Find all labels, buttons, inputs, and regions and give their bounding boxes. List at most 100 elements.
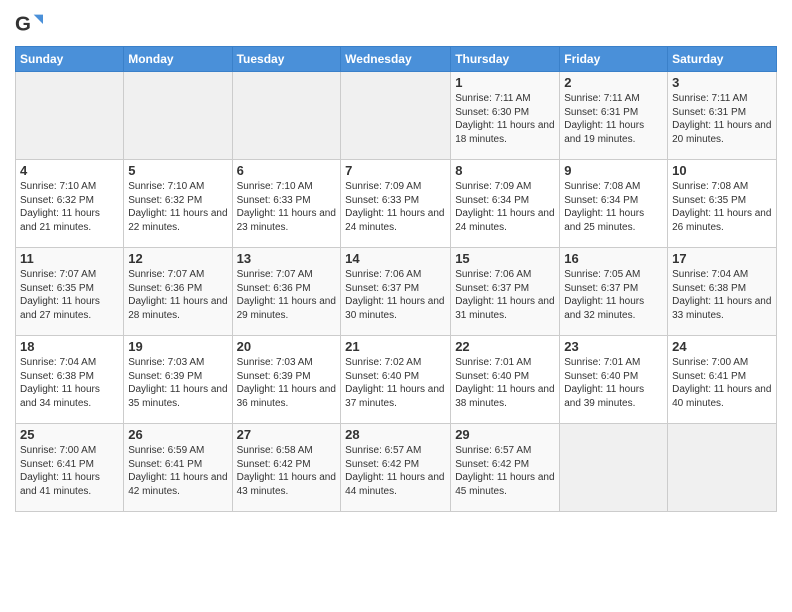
calendar-cell xyxy=(16,72,124,160)
col-header-wednesday: Wednesday xyxy=(341,47,451,72)
calendar-cell xyxy=(560,424,668,512)
calendar-cell: 6Sunrise: 7:10 AMSunset: 6:33 PMDaylight… xyxy=(232,160,341,248)
day-number: 11 xyxy=(20,251,119,266)
day-info: Sunrise: 7:10 AMSunset: 6:32 PMDaylight:… xyxy=(128,180,227,234)
day-number: 14 xyxy=(345,251,446,266)
day-info: Sunrise: 7:04 AMSunset: 6:38 PMDaylight:… xyxy=(20,356,119,410)
day-number: 16 xyxy=(564,251,663,266)
calendar-cell: 27 Sunrise: 6:58 AMSunset: 6:42 PMDayligh… xyxy=(232,424,341,512)
day-info: Sunrise: 7:09 AMSunset: 6:34 PMDaylight:… xyxy=(455,180,555,234)
day-number: 22 xyxy=(455,339,555,354)
logo: G xyxy=(15,10,46,38)
day-info: Sunrise: 7:09 AMSunset: 6:33 PMDaylight:… xyxy=(345,180,446,234)
col-header-friday: Friday xyxy=(560,47,668,72)
day-info: Sunrise: 7:06 AMSunset: 6:37 PMDaylight:… xyxy=(455,268,555,322)
col-header-sunday: Sunday xyxy=(16,47,124,72)
day-number: 29 xyxy=(455,427,555,442)
day-number: 2 xyxy=(564,75,663,90)
calendar-cell: 23 Sunrise: 7:01 AMSunset: 6:40 PMDayligh… xyxy=(560,336,668,424)
day-info: Sunrise: 7:05 AMSunset: 6:37 PMDaylight:… xyxy=(564,268,663,322)
calendar-cell xyxy=(232,72,341,160)
day-number: 19 xyxy=(128,339,227,354)
calendar-cell: 18 Sunrise: 7:04 AMSunset: 6:38 PMDayligh… xyxy=(16,336,124,424)
calendar-cell: 4 Sunrise: 7:10 AMSunset: 6:32 PMDaylight… xyxy=(16,160,124,248)
day-info: Sunrise: 7:11 AMSunset: 6:31 PMDaylight:… xyxy=(672,92,772,146)
calendar-cell: 2 Sunrise: 7:11 AMSunset: 6:31 PMDaylight… xyxy=(560,72,668,160)
header: G xyxy=(15,10,777,38)
calendar-cell: 20Sunrise: 7:03 AMSunset: 6:39 PMDayligh… xyxy=(232,336,341,424)
col-header-thursday: Thursday xyxy=(451,47,560,72)
day-info: Sunrise: 6:58 AMSunset: 6:42 PMDaylight:… xyxy=(237,444,337,498)
day-info: Sunrise: 7:03 AMSunset: 6:39 PMDaylight:… xyxy=(128,356,227,410)
day-number: 21 xyxy=(345,339,446,354)
calendar-cell xyxy=(341,72,451,160)
calendar-cell: 11 Sunrise: 7:07 AMSunset: 6:35 PMDayligh… xyxy=(16,248,124,336)
calendar-cell: 10 Sunrise: 7:08 AMSunset: 6:35 PMDayligh… xyxy=(668,160,777,248)
day-number: 3 xyxy=(672,75,772,90)
day-info: Sunrise: 7:07 AMSunset: 6:35 PMDaylight:… xyxy=(20,268,119,322)
calendar-cell: 16 Sunrise: 7:05 AMSunset: 6:37 PMDayligh… xyxy=(560,248,668,336)
day-number: 7 xyxy=(345,163,446,178)
day-info: Sunrise: 7:03 AMSunset: 6:39 PMDaylight:… xyxy=(237,356,337,410)
calendar-cell: 13Sunrise: 7:07 AMSunset: 6:36 PMDayligh… xyxy=(232,248,341,336)
calendar-week-1: 4 Sunrise: 7:10 AMSunset: 6:32 PMDaylight… xyxy=(16,160,777,248)
day-info: Sunrise: 6:57 AMSunset: 6:42 PMDaylight:… xyxy=(345,444,446,498)
day-number: 15 xyxy=(455,251,555,266)
day-number: 23 xyxy=(564,339,663,354)
day-info: Sunrise: 7:02 AMSunset: 6:40 PMDaylight:… xyxy=(345,356,446,410)
calendar-cell: 17 Sunrise: 7:04 AMSunset: 6:38 PMDayligh… xyxy=(668,248,777,336)
col-header-saturday: Saturday xyxy=(668,47,777,72)
day-info: Sunrise: 7:01 AMSunset: 6:40 PMDaylight:… xyxy=(564,356,663,410)
day-info: Sunrise: 7:01 AMSunset: 6:40 PMDaylight:… xyxy=(455,356,555,410)
calendar-cell: 8 Sunrise: 7:09 AMSunset: 6:34 PMDaylight… xyxy=(451,160,560,248)
day-number: 4 xyxy=(20,163,119,178)
calendar-cell: 28 Sunrise: 6:57 AMSunset: 6:42 PMDayligh… xyxy=(341,424,451,512)
calendar-week-2: 11 Sunrise: 7:07 AMSunset: 6:35 PMDayligh… xyxy=(16,248,777,336)
day-number: 28 xyxy=(345,427,446,442)
calendar-cell: 26 Sunrise: 6:59 AMSunset: 6:41 PMDayligh… xyxy=(124,424,232,512)
day-number: 5 xyxy=(128,163,227,178)
day-info: Sunrise: 7:07 AMSunset: 6:36 PMDaylight:… xyxy=(237,268,337,322)
day-number: 17 xyxy=(672,251,772,266)
day-info: Sunrise: 7:10 AMSunset: 6:33 PMDaylight:… xyxy=(237,180,337,234)
day-number: 25 xyxy=(20,427,119,442)
day-number: 10 xyxy=(672,163,772,178)
day-info: Sunrise: 7:08 AMSunset: 6:35 PMDaylight:… xyxy=(672,180,772,234)
day-number: 27 xyxy=(237,427,337,442)
calendar-cell: 9Sunrise: 7:08 AMSunset: 6:34 PMDaylight… xyxy=(560,160,668,248)
col-header-tuesday: Tuesday xyxy=(232,47,341,72)
day-info: Sunrise: 7:08 AMSunset: 6:34 PMDaylight:… xyxy=(564,180,663,234)
day-info: Sunrise: 7:00 AMSunset: 6:41 PMDaylight:… xyxy=(20,444,119,498)
calendar-cell xyxy=(124,72,232,160)
day-info: Sunrise: 6:59 AMSunset: 6:41 PMDaylight:… xyxy=(128,444,227,498)
day-number: 24 xyxy=(672,339,772,354)
calendar-cell: 5 Sunrise: 7:10 AMSunset: 6:32 PMDaylight… xyxy=(124,160,232,248)
calendar-week-3: 18 Sunrise: 7:04 AMSunset: 6:38 PMDayligh… xyxy=(16,336,777,424)
day-info: Sunrise: 7:04 AMSunset: 6:38 PMDaylight:… xyxy=(672,268,772,322)
day-info: Sunrise: 7:00 AMSunset: 6:41 PMDaylight:… xyxy=(672,356,772,410)
day-number: 1 xyxy=(455,75,555,90)
logo-icon: G xyxy=(15,10,43,38)
col-header-monday: Monday xyxy=(124,47,232,72)
calendar-cell: 3 Sunrise: 7:11 AMSunset: 6:31 PMDaylight… xyxy=(668,72,777,160)
calendar-cell: 22 Sunrise: 7:01 AMSunset: 6:40 PMDayligh… xyxy=(451,336,560,424)
day-info: Sunrise: 6:57 AMSunset: 6:42 PMDaylight:… xyxy=(455,444,555,498)
day-number: 18 xyxy=(20,339,119,354)
day-number: 26 xyxy=(128,427,227,442)
calendar-cell: 14Sunrise: 7:06 AMSunset: 6:37 PMDayligh… xyxy=(341,248,451,336)
calendar-cell: 15 Sunrise: 7:06 AMSunset: 6:37 PMDayligh… xyxy=(451,248,560,336)
calendar-cell: 24 Sunrise: 7:00 AMSunset: 6:41 PMDayligh… xyxy=(668,336,777,424)
calendar-cell: 21 Sunrise: 7:02 AMSunset: 6:40 PMDayligh… xyxy=(341,336,451,424)
calendar-header-row: SundayMondayTuesdayWednesdayThursdayFrid… xyxy=(16,47,777,72)
day-number: 12 xyxy=(128,251,227,266)
calendar-cell: 29 Sunrise: 6:57 AMSunset: 6:42 PMDayligh… xyxy=(451,424,560,512)
calendar-cell: 1 Sunrise: 7:11 AMSunset: 6:30 PMDaylight… xyxy=(451,72,560,160)
day-info: Sunrise: 7:11 AMSunset: 6:30 PMDaylight:… xyxy=(455,92,555,146)
day-info: Sunrise: 7:11 AMSunset: 6:31 PMDaylight:… xyxy=(564,92,663,146)
day-info: Sunrise: 7:10 AMSunset: 6:32 PMDaylight:… xyxy=(20,180,119,234)
calendar-cell xyxy=(668,424,777,512)
day-number: 8 xyxy=(455,163,555,178)
calendar-cell: 12Sunrise: 7:07 AMSunset: 6:36 PMDayligh… xyxy=(124,248,232,336)
calendar-cell: 7 Sunrise: 7:09 AMSunset: 6:33 PMDaylight… xyxy=(341,160,451,248)
calendar-week-4: 25 Sunrise: 7:00 AMSunset: 6:41 PMDayligh… xyxy=(16,424,777,512)
